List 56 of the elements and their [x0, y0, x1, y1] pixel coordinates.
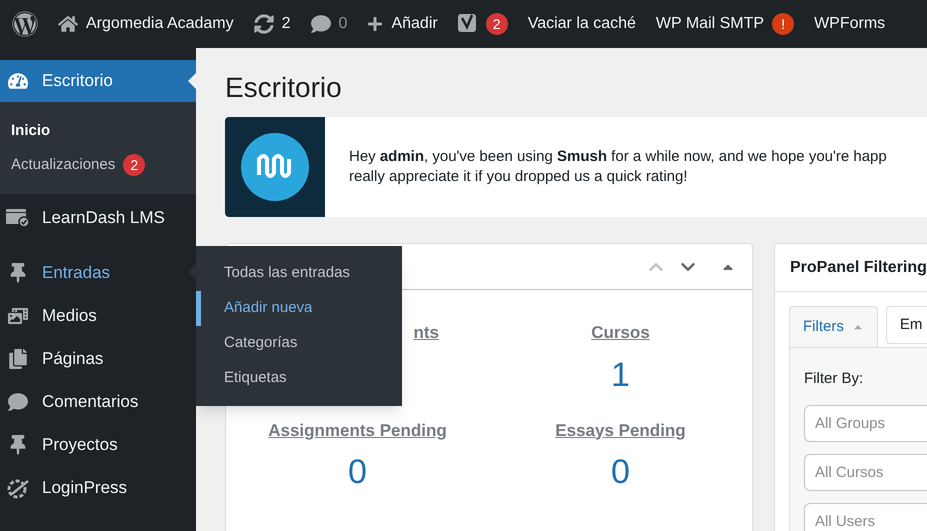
sidebar-item[interactable]: Proyectos — [0, 423, 196, 466]
comment-icon — [8, 392, 28, 412]
stat-link[interactable]: Essays Pending — [555, 418, 686, 443]
stat-link[interactable]: Assignments Pending — [268, 418, 447, 443]
toolbar-link[interactable]: Vaciar la caché — [528, 12, 636, 36]
filter-select[interactable]: All Groups — [804, 404, 927, 442]
stat-link[interactable]: Cursos — [591, 320, 650, 346]
y-logo-icon — [458, 13, 478, 35]
sidebar-item[interactable]: Escritorio — [0, 60, 196, 102]
submenu-item[interactable]: Actualizaciones 2 — [0, 148, 196, 182]
comment-icon — [310, 14, 331, 34]
filter-select[interactable]: All Cursos — [804, 454, 927, 490]
pages-icon — [8, 348, 28, 368]
sidebar-item[interactable]: LoginPress — [0, 466, 196, 509]
flyout-item[interactable]: Añadir nueva — [196, 291, 402, 326]
media-icon — [8, 306, 28, 326]
pin-icon — [8, 434, 28, 454]
alert-badge: ! — [772, 13, 794, 35]
submenu-item[interactable]: Inicio — [0, 114, 196, 148]
filter-by-label: Filter By: — [804, 369, 864, 389]
stat-value: 0 — [348, 452, 367, 493]
stat-value: 1 — [611, 354, 630, 396]
wave-logo-icon — [241, 133, 309, 201]
filter-tab[interactable]: Filters — [789, 306, 878, 347]
comments-link[interactable]: 0 — [310, 12, 348, 36]
count-badge: 2 — [486, 13, 508, 35]
sidebar-item[interactable]: Páginas — [0, 337, 196, 380]
wordpress-logo-icon[interactable] — [12, 11, 38, 37]
card-title: ProPanel Filtering — [790, 258, 927, 278]
plus-icon — [367, 16, 384, 32]
sidebar-item[interactable]: LearnDash LMS — [0, 196, 196, 239]
window-check-icon — [6, 208, 30, 228]
notice-text: really appreciate it if you dropped us a quick rating! — [349, 167, 689, 187]
notice-text: Hey admin, you've been using Smush for a while now, and we hope you're happ — [349, 147, 887, 167]
home-icon — [58, 14, 78, 34]
new-link[interactable]: Añadir — [367, 12, 438, 36]
toolbar-link[interactable]: WP Mail SMTP ! — [656, 12, 794, 36]
site-name-link[interactable]: Argomedia Acadamy — [58, 12, 234, 36]
filter-tab[interactable]: Em — [886, 306, 927, 344]
sidebar-item[interactable]: Medios — [0, 294, 196, 337]
flyout-item[interactable]: Etiquetas — [196, 361, 402, 396]
pin-icon — [8, 262, 28, 282]
flyout-item[interactable]: Categorías — [196, 326, 402, 361]
seo-link[interactable]: 2 — [458, 13, 508, 35]
updates-link[interactable]: 2 — [254, 12, 291, 36]
page-title: Escritorio — [225, 71, 343, 105]
sidebar-item[interactable]: Comentarios — [0, 380, 196, 423]
active-arrow-icon — [188, 73, 196, 89]
toolbar-link[interactable]: WPForms — [814, 12, 886, 36]
stat-value: 0 — [611, 452, 630, 493]
refresh-icon — [254, 14, 274, 34]
stat-link[interactable]: nts — [414, 320, 439, 346]
dashboard-icon — [8, 71, 28, 91]
count-badge: 2 — [123, 154, 146, 176]
filter-select[interactable]: All Users — [804, 502, 927, 531]
flyout-item[interactable]: Todas las entradas — [196, 256, 402, 291]
